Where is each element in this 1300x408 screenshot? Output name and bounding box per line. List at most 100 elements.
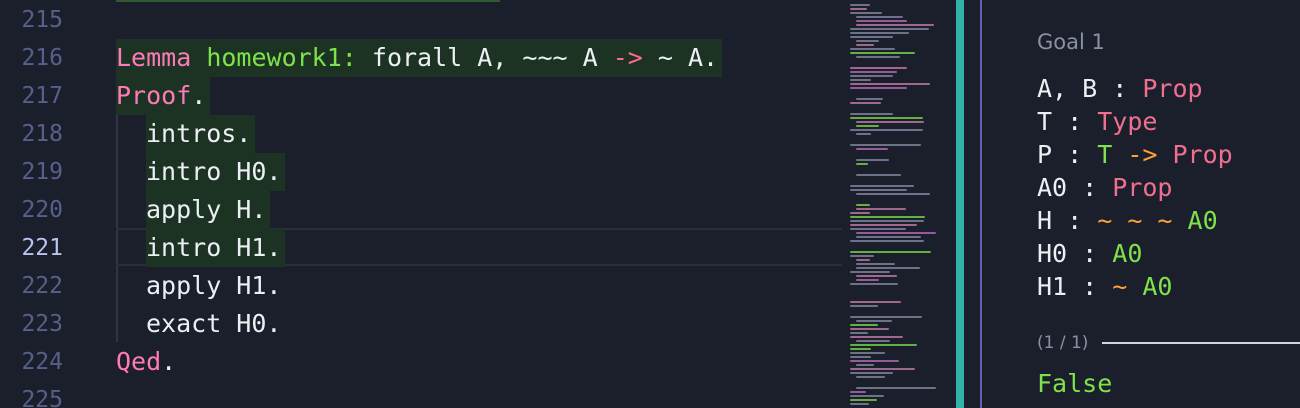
minimap-line [856,133,871,135]
minimap-line [850,348,871,350]
minimap-line [850,12,882,14]
minimap-line [856,24,934,26]
goal-conclusion: False [1037,369,1113,398]
minimap-line [850,301,901,303]
minimap-line [850,8,867,10]
lemma-statement[interactable]: Lemma homework1: forall A, ~~~ A -> ~ A. [116,39,723,77]
minimap-line [856,232,936,234]
minimap-line [850,212,870,214]
minimap-line [850,251,931,253]
tactic-apply-h1[interactable]: apply H1. [146,267,281,305]
minimap-line [856,16,903,18]
code-line[interactable]: 225 [0,381,842,408]
minimap-line [856,148,888,150]
hyp-type: Prop [1172,140,1233,169]
goal-separator [1102,342,1300,344]
minimap-line [850,48,895,50]
minimap-line [850,75,893,77]
line-number: 222 [21,273,63,299]
keyword-lemma: Lemma [116,43,192,72]
hyp-names: H [1037,206,1053,235]
code-line[interactable]: 223 exact H0. [0,305,842,343]
hypothesis-a-b: A, B : Prop [1037,72,1203,105]
minimap-line [856,121,924,123]
minimap[interactable] [842,0,956,408]
lemma-tail: ~ A. [642,43,719,72]
tactic-apply-h[interactable]: apply H. [146,191,271,229]
minimap-line [850,71,897,73]
minimap-line [850,352,885,354]
hyp-colon: : [1067,239,1113,268]
hyp-type: Prop [1142,74,1203,103]
hyp-names: H1 [1037,272,1068,301]
minimap-line [850,87,907,89]
code-line[interactable]: 216 Lemma homework1: forall A, ~~~ A -> … [0,39,842,77]
hyp-type: Prop [1112,173,1173,202]
minimap-line [850,360,899,362]
minimap-line [850,255,874,257]
line-number-active: 221 [21,235,63,261]
hyp-colon: : [1052,140,1098,169]
minimap-line [850,185,914,187]
minimap-line [856,279,879,281]
negation-tokens: ~ ~ ~ [1097,206,1173,235]
line-number: 217 [21,83,63,109]
minimap-line [850,117,923,119]
editor-scrollbar[interactable] [956,0,964,408]
minimap-line [856,259,870,261]
code-line[interactable]: 219 intro H0. [0,153,842,191]
negation-tokens: ~ [1112,272,1128,301]
minimap-line [850,271,890,273]
tactic-intros[interactable]: intros. [146,115,256,153]
code-line[interactable]: 220 apply H. [0,191,842,229]
panel-divider[interactable] [964,0,982,408]
qed-line[interactable]: Qed. [116,343,176,381]
minimap-line [850,356,871,358]
minimap-line [850,129,923,131]
minimap-line [850,403,869,405]
goal-title: Goal 1 [1037,30,1105,54]
period: . [191,81,207,110]
minimap-line [856,208,906,210]
hyp-term: A0 [1127,272,1173,301]
hyp-colon: : [1067,173,1113,202]
minimap-line [850,305,878,307]
minimap-line [850,67,907,69]
period: . [161,347,177,376]
hypothesis-t: T : Type [1037,105,1157,138]
minimap-line [856,159,889,161]
tactic-intro-h0[interactable]: intro H0. [146,153,286,191]
minimap-line [856,364,874,366]
arrow-token: -> [1112,140,1173,169]
minimap-line [850,336,903,338]
keyword-proof: Proof [116,81,192,110]
minimap-line [856,44,874,46]
hyp-term: T [1097,140,1113,169]
hyp-term: A0 [1112,239,1143,268]
minimap-line [856,174,901,176]
minimap-line [856,263,895,265]
minimap-line [856,20,907,22]
tactic-intro-h1[interactable]: intro H1. [146,229,286,267]
code-line[interactable]: 218 intros. [0,115,842,153]
minimap-line [850,228,906,230]
line-number: 219 [21,159,63,185]
hyp-names: A0 [1037,173,1068,202]
code-line[interactable]: 224 Qed. [0,343,842,381]
minimap-line [850,372,893,374]
minimap-line [850,391,866,393]
hypothesis-h0: H0 : A0 [1037,237,1142,270]
code-line-active[interactable]: 221 intro H1. [0,229,842,267]
line-number: 215 [21,7,63,33]
minimap-line [850,316,922,318]
minimap-line [850,113,893,115]
code-line[interactable]: 222 apply H1. [0,267,842,305]
code-line[interactable]: 215 [0,1,842,39]
goal-counter: (1 / 1) [1037,333,1089,353]
minimap-line [856,320,892,322]
minimap-line [856,387,936,389]
proof-keyword-line[interactable]: Proof. [116,77,211,115]
code-editor[interactable]: 215 216 Lemma homework1: forall A, ~~~ A… [0,0,842,408]
code-line[interactable]: 217 Proof. [0,77,842,115]
tactic-exact-h0[interactable]: exact H0. [146,305,281,343]
